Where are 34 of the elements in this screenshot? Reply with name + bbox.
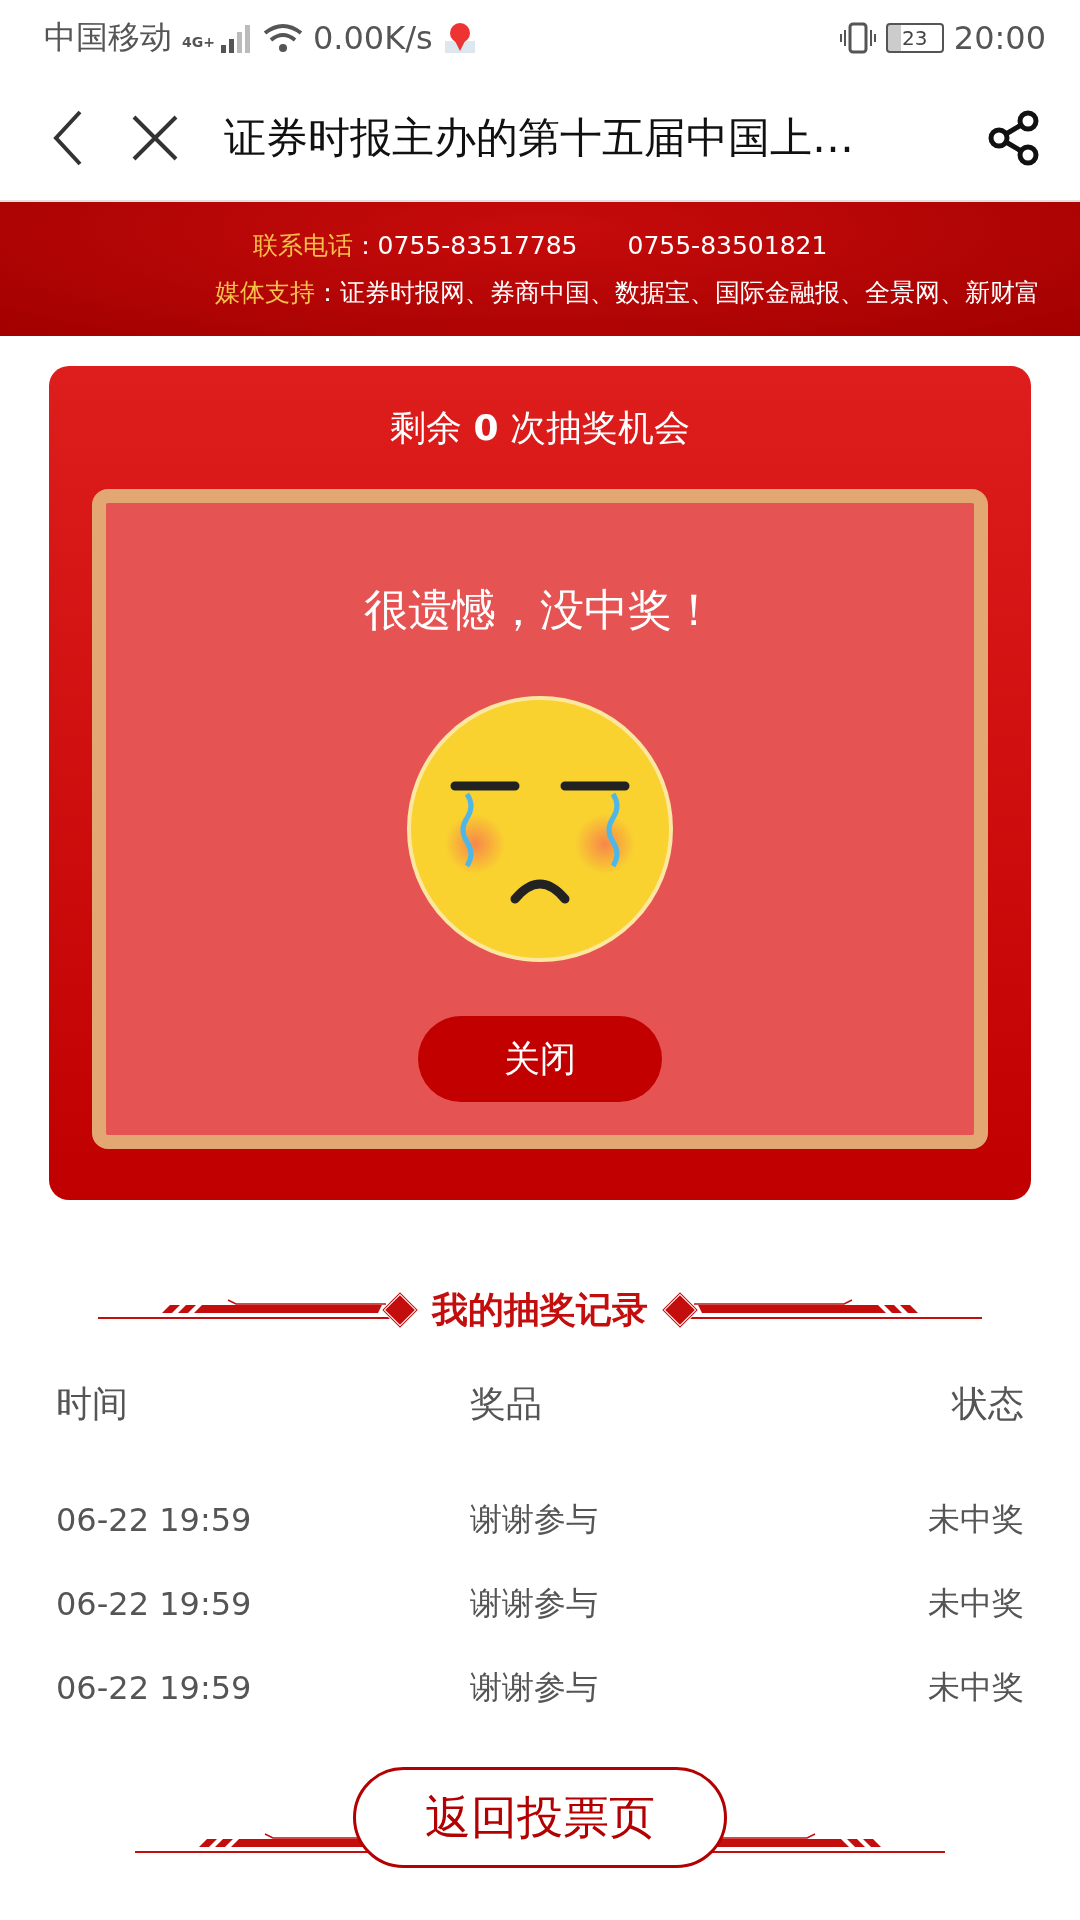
network-speed: 0.00K/s xyxy=(312,19,433,57)
table-cell-text: 未中奖 xyxy=(927,1499,1024,1540)
network-type: 4G+ xyxy=(182,34,215,50)
page-title: 证券时报主办的第十五届中国上… xyxy=(224,112,855,164)
clock-time: 20:00 xyxy=(953,19,1046,57)
vibrate-icon xyxy=(839,22,876,54)
table-cell-text: 未中奖 xyxy=(927,1667,1024,1708)
column-header: 奖品 xyxy=(470,1382,543,1426)
close-icon[interactable] xyxy=(130,113,180,163)
share-icon[interactable] xyxy=(988,110,1040,166)
map-pin-icon xyxy=(442,21,477,55)
banner-label: 联系电话 xyxy=(252,230,353,262)
result-message: 很遗憾，没中奖！ xyxy=(364,583,716,637)
chances-remaining: 剩余 0 次抽奖机会 xyxy=(389,406,691,450)
table-cell-text: 06-22 19:59 xyxy=(56,1585,253,1623)
banner-label: 媒体支持 xyxy=(215,277,315,309)
column-header: 状态 xyxy=(950,1382,1024,1426)
close-button[interactable]: 关闭 xyxy=(418,1016,662,1102)
carrier-name: 中国移动 xyxy=(44,17,172,58)
table-cell-text: 谢谢参与 xyxy=(470,1583,599,1624)
battery-level: 23 xyxy=(902,26,928,50)
wifi-icon xyxy=(262,23,303,53)
banner-text: ：0755-83517785 0755-83501821 xyxy=(352,230,828,262)
column-header: 时间 xyxy=(56,1382,129,1426)
table-cell-text: 06-22 19:59 xyxy=(56,1669,253,1707)
banner-text: ：证券时报网、券商中国、数据宝、国际金融报、全景网、新财富 xyxy=(315,277,1040,309)
signal-icon xyxy=(218,23,253,53)
crying-face-icon xyxy=(405,694,675,964)
table-cell-text: 未中奖 xyxy=(927,1583,1024,1624)
table-cell-text: 06-22 19:59 xyxy=(56,1501,253,1539)
section-title: 我的抽奖记录 xyxy=(432,1287,648,1332)
back-to-voting-button[interactable]: 返回投票页 xyxy=(353,1767,727,1868)
table-cell-text: 谢谢参与 xyxy=(470,1499,599,1540)
table-cell-text: 谢谢参与 xyxy=(470,1667,599,1708)
